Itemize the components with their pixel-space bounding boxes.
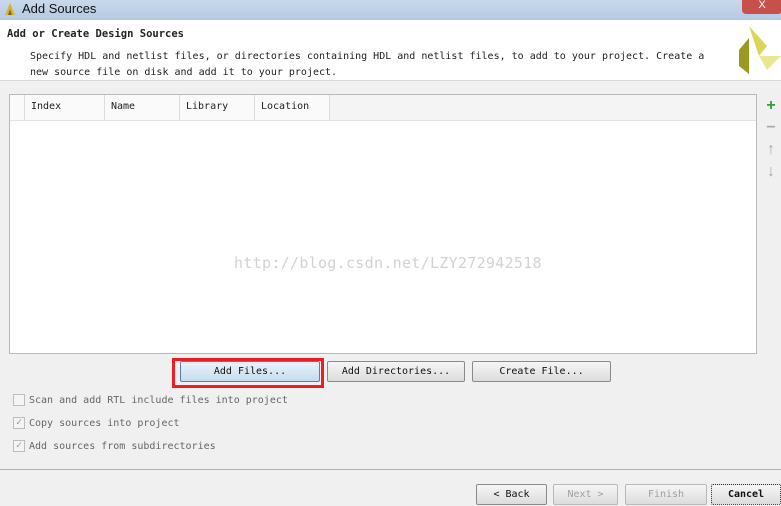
add-directories-button[interactable]: Add Directories... [327, 361, 465, 382]
column-header-library[interactable]: Library [180, 95, 255, 120]
page-description: Specify HDL and netlist files, or direct… [30, 51, 705, 78]
title-bar: Add Sources X [0, 0, 781, 20]
plus-icon[interactable]: + [762, 97, 780, 119]
copy-sources-checkbox[interactable]: ✓ Copy sources into project [13, 417, 180, 429]
column-header-index[interactable]: Index [25, 95, 105, 120]
add-files-button[interactable]: Add Files... [180, 361, 320, 382]
checkbox-unchecked[interactable] [13, 394, 25, 406]
create-file-button[interactable]: Create File... [472, 361, 611, 382]
column-header-location[interactable]: Location [255, 95, 330, 120]
minus-icon[interactable]: − [762, 119, 780, 141]
arrow-down-icon[interactable]: ↓ [762, 163, 780, 185]
app-logo-icon [5, 3, 15, 15]
column-header-name[interactable]: Name [105, 95, 180, 120]
back-button[interactable]: < Back [476, 484, 547, 505]
window-title: Add Sources [22, 1, 97, 16]
arrow-up-icon[interactable]: ↑ [762, 141, 780, 163]
watermark: http://blog.csdn.net/LZY272942518 [234, 254, 542, 272]
checkbox-checked[interactable]: ✓ [13, 440, 25, 452]
page-title: Add or Create Design Sources [7, 28, 185, 40]
sources-table[interactable]: Index Name Library Location [9, 94, 757, 354]
table-header: Index Name Library Location [10, 95, 756, 121]
page-header: Add or Create Design Sources Specify HDL… [0, 20, 781, 81]
option-label: Scan and add RTL include files into proj… [29, 394, 288, 406]
finish-button[interactable]: Finish [625, 484, 707, 505]
column-header-blank [10, 95, 25, 120]
add-subdirectories-checkbox[interactable]: ✓ Add sources from subdirectories [13, 440, 216, 452]
close-button[interactable]: X [742, 0, 781, 14]
option-label: Copy sources into project [29, 417, 180, 429]
option-label: Add sources from subdirectories [29, 440, 216, 452]
vivado-logo-icon [739, 26, 781, 74]
side-toolbar: + − ↑ ↓ [762, 97, 780, 185]
checkbox-checked[interactable]: ✓ [13, 417, 25, 429]
footer-divider [0, 469, 781, 470]
scan-rtl-checkbox[interactable]: Scan and add RTL include files into proj… [13, 394, 288, 406]
next-button[interactable]: Next > [553, 484, 618, 505]
cancel-button[interactable]: Cancel [711, 484, 781, 505]
